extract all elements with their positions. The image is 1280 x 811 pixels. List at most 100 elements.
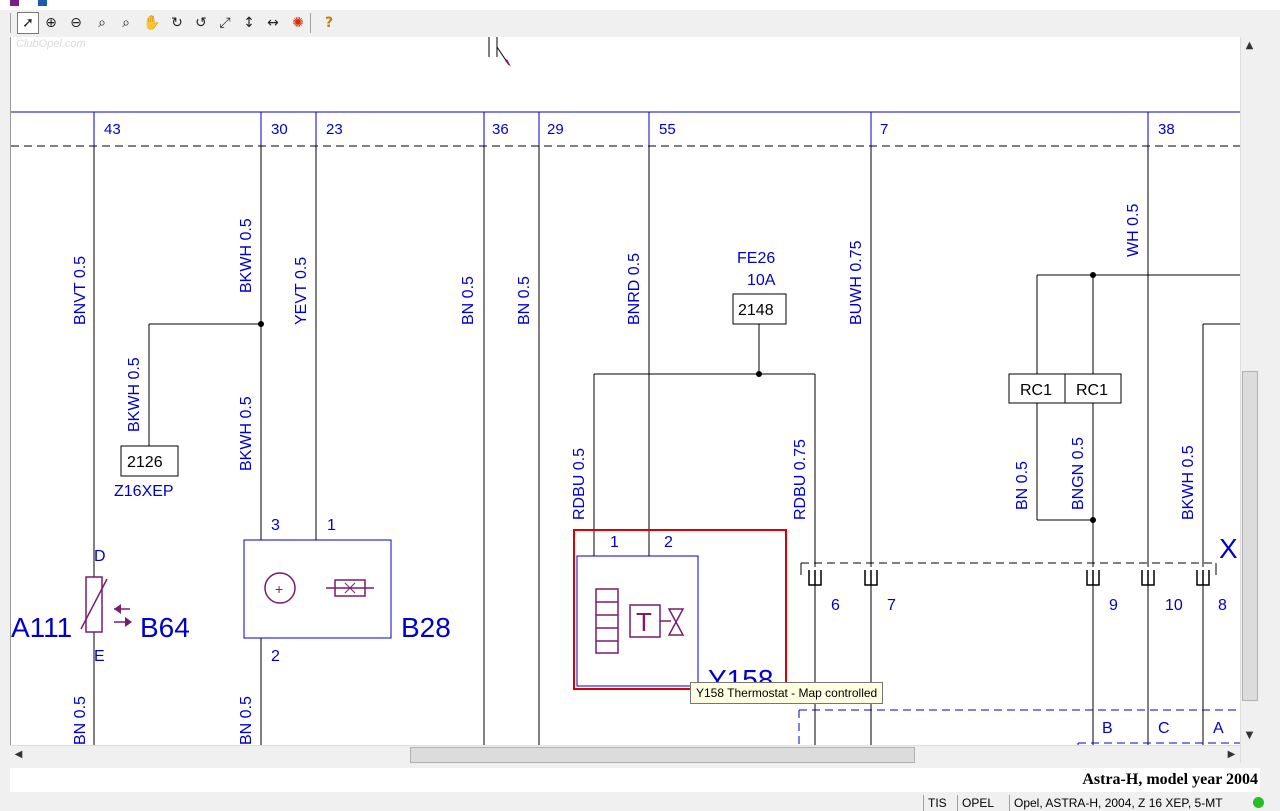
wire-label: BNRD 0.5 xyxy=(626,253,643,325)
fuse-name: FE26 xyxy=(737,250,775,267)
right-panel-edge xyxy=(1262,37,1280,793)
status-bar: TIS OPEL Opel, ASTRA-H, 2004, Z 16 XEP, … xyxy=(0,793,1280,811)
lower-connector[interactable]: B C A xyxy=(798,709,1241,745)
rotate-left-button[interactable]: ↺ xyxy=(190,12,212,34)
component-y158[interactable]: 1 2 T Y158 xyxy=(573,529,787,695)
ground-2126[interactable]: 2126 Z16XEP xyxy=(114,445,179,500)
toolbar-separator xyxy=(10,13,11,33)
fit-page-button[interactable]: ⤢ xyxy=(214,12,236,34)
wire-label: RDBU 0.5 xyxy=(571,448,588,520)
wire-label: BKWH 0.5 xyxy=(238,218,255,293)
thermostat-symbol: T xyxy=(636,607,652,637)
rotate-right-button[interactable]: ↻ xyxy=(166,12,188,34)
wire-label: BNVT 0.5 xyxy=(72,256,89,325)
select-icon: ➚ xyxy=(22,15,34,31)
rc1-label: RC1 xyxy=(1076,382,1108,399)
component-label: A111 xyxy=(11,612,72,643)
wire-label: BKWH 0.5 xyxy=(238,396,255,471)
pan-hand-icon: ✋ xyxy=(143,15,161,31)
wire-label: BUWH 0.75 xyxy=(848,240,865,325)
zoom-window-button[interactable]: ⌕ xyxy=(115,12,137,34)
column-number: 55 xyxy=(659,121,676,138)
engine-code: Z16XEP xyxy=(114,483,174,500)
pin-label: B xyxy=(1102,720,1113,737)
pin-label: 6 xyxy=(831,597,840,614)
column-number: 23 xyxy=(326,121,343,138)
rc1-connectors[interactable]: RC1 RC1 xyxy=(1008,373,1122,404)
pin-label: A xyxy=(1213,720,1224,737)
title-strip xyxy=(0,0,1280,10)
column-number: 30 xyxy=(271,121,288,138)
horizontal-scroll-thumb[interactable] xyxy=(410,747,915,763)
zoom-in-icon: ⊕ xyxy=(45,15,57,31)
scroll-up-icon[interactable]: ▲ xyxy=(1241,37,1258,54)
zoom-out-icon: ⊖ xyxy=(70,15,82,31)
component-b28[interactable]: 3 1 + 2 B28 xyxy=(243,517,451,665)
junction-dot xyxy=(756,371,762,377)
highlight-button[interactable]: ✺ xyxy=(287,12,309,34)
wire-label: BN 0.5 xyxy=(72,696,89,745)
zoom-window-icon: ⌕ xyxy=(122,15,130,31)
zoom-button[interactable]: ⌕ xyxy=(91,12,113,34)
plus-icon: + xyxy=(275,581,283,597)
footer: Astra-H, model year 2004 xyxy=(10,768,1260,792)
column-number: 43 xyxy=(104,121,121,138)
pin-label: 10 xyxy=(1165,597,1183,614)
column-number: 29 xyxy=(547,121,564,138)
status-tis: TIS xyxy=(923,795,957,811)
wire-label: WH 0.5 xyxy=(1125,204,1142,257)
vertical-scroll-thumb[interactable] xyxy=(1242,371,1258,701)
fit-width-icon: ↔ xyxy=(267,15,279,31)
fuse-box-number: 2148 xyxy=(738,302,774,319)
fuse-fe26[interactable]: FE26 10A 2148 xyxy=(732,250,787,325)
pin-label: 7 xyxy=(887,597,896,614)
wire-label: BN 0.5 xyxy=(1014,461,1031,510)
status-brand: OPEL xyxy=(957,795,1009,811)
help-icon: ? xyxy=(324,15,334,31)
fit-page-icon: ⤢ xyxy=(219,15,231,31)
scroll-left-icon[interactable]: ◀ xyxy=(10,746,27,763)
wire-label: BNGN 0.5 xyxy=(1070,437,1087,510)
vehicle-title: Astra-H, model year 2004 xyxy=(1082,771,1258,788)
component-label: B28 xyxy=(401,612,451,643)
pin-label: 2 xyxy=(271,648,280,665)
toolbar: ➚ ⊕ ⊖ ⌕ ⌕ ✋ ↻ ↺ ⤢ ↕ ↔ ✺? xyxy=(0,10,1280,37)
fit-height-button[interactable]: ↕ xyxy=(238,12,260,34)
sensor-b64[interactable]: D E A111 B64 xyxy=(11,548,190,665)
connector-label: X xyxy=(1219,533,1238,564)
fit-width-button[interactable]: ↔ xyxy=(262,12,284,34)
junction-dot xyxy=(1090,517,1096,523)
pin-label: 2 xyxy=(664,534,673,551)
help-button[interactable]: ? xyxy=(318,12,340,34)
pin-label: 1 xyxy=(610,534,619,551)
vertical-scrollbar[interactable]: ▲ ▼ xyxy=(1240,37,1259,763)
rc1-label: RC1 xyxy=(1020,382,1052,399)
connector-x[interactable]: X 6 7 9 10 8 xyxy=(800,533,1238,614)
component-tooltip: Y158 Thermostat - Map controlled xyxy=(690,682,884,704)
pan-hand-button[interactable]: ✋ xyxy=(141,12,163,34)
rotate-right-icon: ↻ xyxy=(171,15,183,31)
zoom-out-button[interactable]: ⊖ xyxy=(65,12,87,34)
wire-label: YEVT 0.5 xyxy=(293,257,310,325)
pin-label: C xyxy=(1158,720,1170,737)
status-ok-icon xyxy=(1253,797,1264,808)
select-button[interactable]: ➚ xyxy=(17,12,39,34)
pin-label: D xyxy=(94,548,106,565)
wiring-diagram-canvas[interactable]: 43 30 23 36 29 55 7 38 BNVT 0.5 BKWH 0.5… xyxy=(10,37,1241,745)
watermark: ClubOpel.com xyxy=(16,38,86,50)
transistor-arrow-icon xyxy=(505,59,511,67)
app-icon-purple xyxy=(10,0,19,6)
fit-height-icon: ↕ xyxy=(243,15,255,31)
zoom-in-button[interactable]: ⊕ xyxy=(40,12,62,34)
horizontal-scrollbar[interactable]: ◀ ▶ xyxy=(10,745,1240,764)
column-number: 36 xyxy=(492,121,509,138)
scroll-right-icon[interactable]: ▶ xyxy=(1223,746,1240,763)
junction-dot xyxy=(258,321,264,327)
wiring-diagram: 43 30 23 36 29 55 7 38 BNVT 0.5 BKWH 0.5… xyxy=(11,37,1241,745)
wire-label: BN 0.5 xyxy=(460,276,477,325)
wire-label: BKWH 0.5 xyxy=(126,357,143,432)
wire-label: BN 0.5 xyxy=(516,276,533,325)
scroll-down-icon[interactable]: ▼ xyxy=(1241,727,1258,744)
pin-label: 1 xyxy=(327,517,336,534)
status-vehicle: Opel, ASTRA-H, 2004, Z 16 XEP, 5-MT xyxy=(1009,795,1249,811)
